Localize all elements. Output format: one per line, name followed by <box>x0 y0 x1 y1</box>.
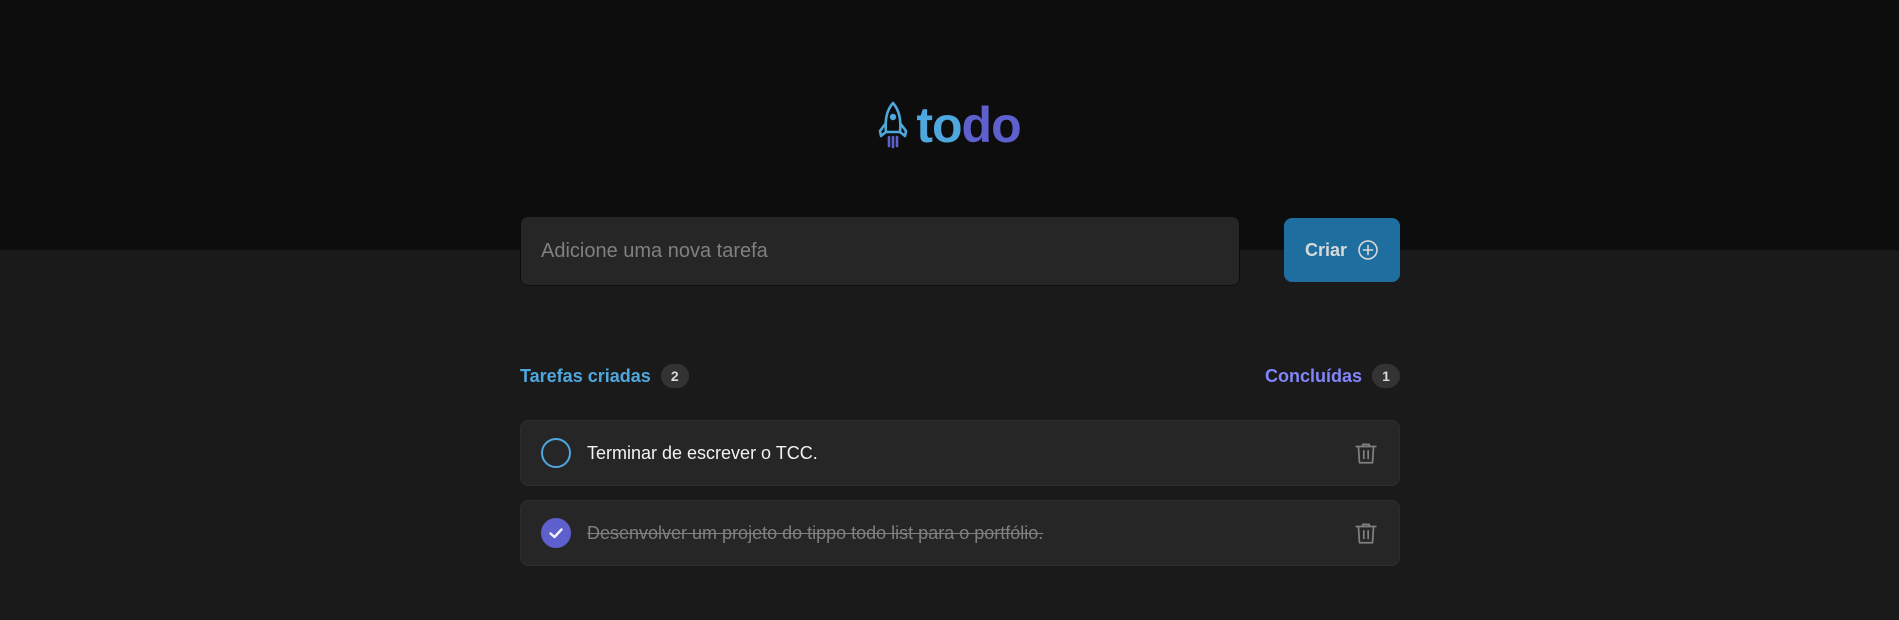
completed-count-badge: 1 <box>1372 364 1400 388</box>
trash-icon[interactable] <box>1353 520 1379 546</box>
task-item: Terminar de escrever o TCC. <box>520 420 1400 486</box>
task-text: Desenvolver um projeto do tippo todo lis… <box>587 522 1044 543</box>
create-task-button[interactable]: Criar <box>1284 218 1400 282</box>
add-task-form: Criar <box>520 216 1400 286</box>
task-list: Terminar de escrever o TCC. Desenvolver … <box>520 420 1400 566</box>
logo-text-to: to <box>916 97 962 153</box>
completed-tasks-label: Concluídas <box>1264 365 1362 386</box>
task-summary: Tarefas criadas 2 Concluídas 1 <box>520 364 1400 388</box>
trash-icon[interactable] <box>1353 440 1379 466</box>
plus-circle-icon <box>1358 240 1378 260</box>
task-checkbox-checked[interactable] <box>541 518 571 548</box>
created-tasks-label: Tarefas criadas <box>520 365 651 386</box>
created-tasks-summary: Tarefas criadas 2 <box>520 364 689 388</box>
task-item: Desenvolver um projeto do tippo todo lis… <box>520 500 1400 566</box>
task-text: Terminar de escrever o TCC. <box>587 442 818 463</box>
new-task-input[interactable] <box>520 216 1240 286</box>
logo-text-do: do <box>961 97 1022 153</box>
completed-tasks-summary: Concluídas 1 <box>1265 364 1400 388</box>
logo-text: todo <box>916 97 1022 153</box>
create-button-label: Criar <box>1304 239 1348 260</box>
check-icon <box>549 528 563 539</box>
created-count-badge: 2 <box>660 364 689 388</box>
rocket-icon <box>879 101 908 149</box>
task-checkbox[interactable] <box>541 438 571 468</box>
logo: todo <box>0 100 1899 150</box>
